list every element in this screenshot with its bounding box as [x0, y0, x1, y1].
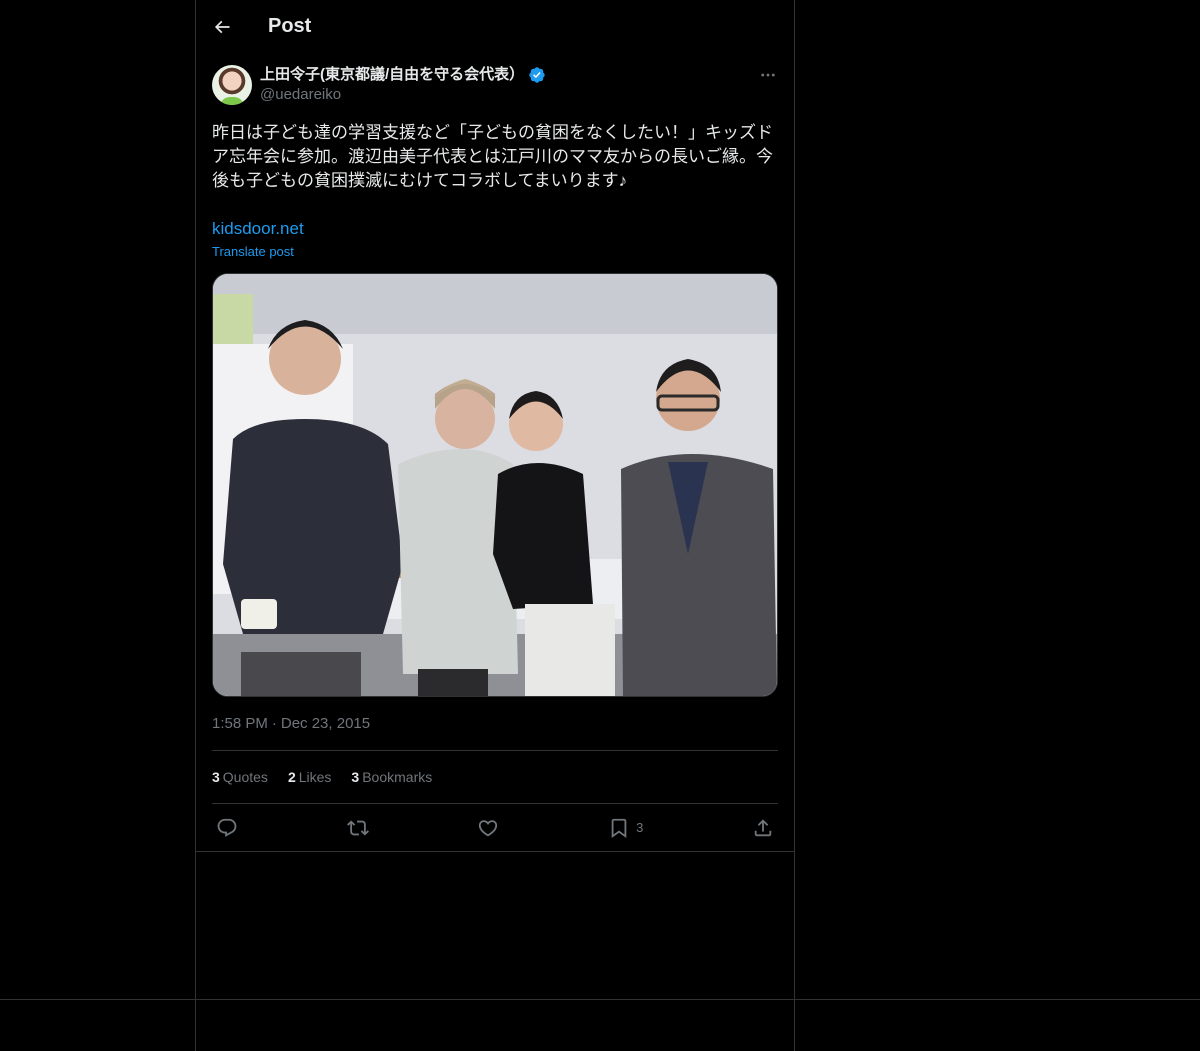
bookmark-count: 3: [636, 820, 644, 835]
post-date: Dec 23, 2015: [280, 715, 371, 732]
share-button[interactable]: [752, 817, 774, 839]
bookmarks-stat[interactable]: 3 Bookmarks: [351, 769, 432, 785]
verified-badge-icon[interactable]: [528, 66, 546, 84]
likes-count: 2: [287, 769, 296, 785]
back-button[interactable]: [212, 17, 232, 37]
quotes-count: 3: [212, 769, 220, 785]
quotes-stat[interactable]: 3 Quotes: [212, 769, 268, 785]
post-text: 昨日は子ども達の学習支援など「子どもの貧困をなくしたい！」キッズドア忘年会に参加…: [212, 123, 773, 190]
page: Post 上田令子(東京都議/自由を守る会代表） @uedareiko 昨日は子…: [0, 0, 1200, 1051]
column-border-right: [794, 0, 795, 1051]
post-link[interactable]: kidsdoor.net: [212, 217, 778, 241]
page-title: Post: [268, 15, 312, 37]
main-column: Post 上田令子(東京都議/自由を守る会代表） @uedareiko 昨日は子…: [196, 0, 794, 852]
author-row: 上田令子(東京都議/自由を守る会代表） @uedareiko: [212, 65, 778, 105]
bottom-divider: [0, 999, 1200, 1000]
avatar[interactable]: [212, 65, 252, 105]
more-options-button[interactable]: [758, 65, 778, 85]
reply-icon: [217, 818, 237, 837]
bookmarks-label: Bookmarks: [362, 769, 433, 785]
bookmarks-count: 3: [351, 769, 360, 785]
timestamp-separator: ·: [271, 715, 277, 732]
like-button[interactable]: [477, 817, 499, 839]
post: 上田令子(東京都議/自由を守る会代表） @uedareiko 昨日は子ども達の学…: [196, 65, 794, 852]
author-handle[interactable]: @uedareiko: [260, 85, 546, 105]
action-bar: 3: [212, 804, 778, 851]
post-timestamp[interactable]: 1:58 PM · Dec 23, 2015: [212, 714, 778, 734]
author-name[interactable]: 上田令子(東京都議/自由を守る会代表）: [260, 65, 524, 85]
post-stats: 3 Quotes 2 Likes 3 Bookmarks: [212, 751, 778, 803]
header: Post: [196, 0, 794, 53]
post-bottom-divider: [196, 851, 794, 852]
bookmark-icon: [611, 818, 627, 838]
more-dots-icon: [761, 73, 775, 77]
arrow-left-icon: [214, 20, 230, 33]
share-icon: [754, 818, 772, 836]
photo-image: [213, 274, 777, 696]
post-time: 1:58 PM: [212, 715, 268, 732]
author-name-line: 上田令子(東京都議/自由を守る会代表）: [260, 65, 546, 85]
reply-button[interactable]: [216, 817, 238, 839]
repost-icon: [346, 820, 369, 835]
translate-post-link[interactable]: Translate post: [212, 243, 778, 261]
author-info: 上田令子(東京都議/自由を守る会代表） @uedareiko: [260, 65, 546, 105]
repost-button[interactable]: [346, 817, 369, 839]
bookmark-button[interactable]: 3: [608, 817, 643, 839]
likes-stat[interactable]: 2 Likes: [288, 769, 331, 785]
quotes-label: Quotes: [222, 769, 268, 785]
heart-icon: [479, 819, 498, 836]
post-photo[interactable]: [212, 273, 778, 697]
likes-label: Likes: [298, 769, 332, 785]
